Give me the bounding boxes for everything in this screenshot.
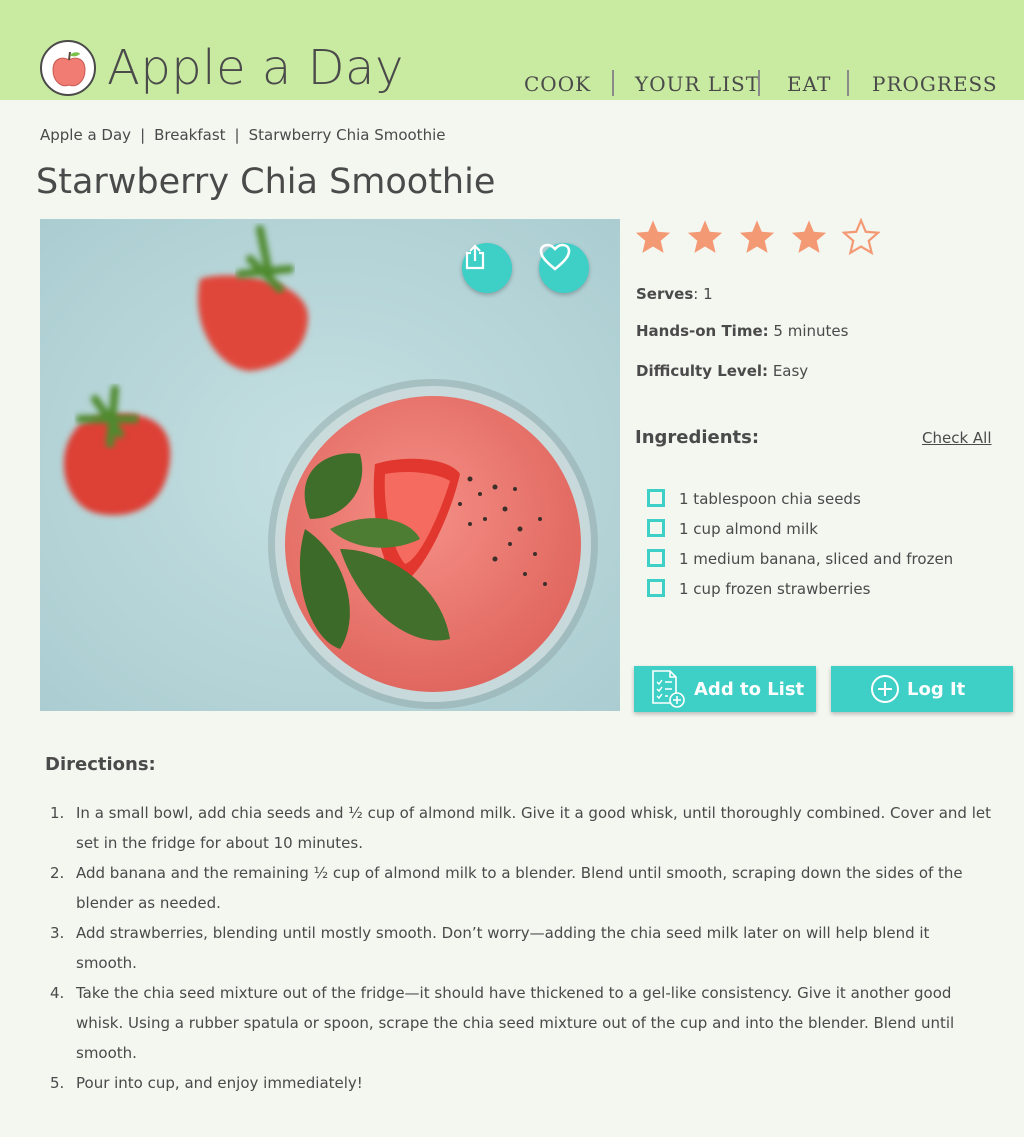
- step-text: Pour into cup, and enjoy immediately!: [76, 1074, 363, 1092]
- nav-your-list[interactable]: YOUR LIST: [635, 72, 760, 96]
- checkbox-icon[interactable]: [647, 579, 665, 597]
- logo[interactable]: [40, 40, 96, 96]
- checkbox-icon[interactable]: [647, 489, 665, 507]
- nav-progress[interactable]: PROGRESS: [872, 72, 998, 96]
- ingredient-item[interactable]: 1 cup frozen strawberries: [647, 574, 953, 604]
- step-text: In a small bowl, add chia seeds and ½ cu…: [76, 804, 991, 852]
- hands-on-label: Hands-on Time:: [636, 322, 769, 340]
- checkbox-icon[interactable]: [647, 549, 665, 567]
- nav-cook[interactable]: COOK: [524, 72, 591, 96]
- serves-label: Serves: [636, 285, 694, 303]
- ingredient-item[interactable]: 1 cup almond milk: [647, 514, 953, 544]
- log-it-label: Log It: [907, 678, 966, 700]
- nav-eat[interactable]: EAT: [787, 72, 831, 96]
- nav-divider: [612, 70, 614, 96]
- ingredients-title: Ingredients:: [635, 427, 760, 448]
- checkbox-icon[interactable]: [647, 519, 665, 537]
- apple-icon: [52, 51, 86, 87]
- ingredient-label: 1 medium banana, sliced and frozen: [679, 550, 954, 568]
- rating-stars[interactable]: [634, 218, 880, 256]
- recipe-image: [40, 219, 620, 711]
- star-outline-icon[interactable]: [842, 218, 880, 256]
- step-text: Take the chia seed mixture out of the fr…: [76, 984, 955, 1062]
- add-to-list-label: Add to List: [694, 678, 805, 700]
- direction-step: 4. Take the chia seed mixture out of the …: [46, 978, 991, 1068]
- step-number: 2.: [50, 864, 65, 882]
- page-title: Starwberry Chia Smoothie: [36, 162, 496, 202]
- difficulty-value: Easy: [772, 362, 809, 380]
- ingredient-item[interactable]: 1 medium banana, sliced and frozen: [647, 544, 953, 574]
- breadcrumb: Apple a Day | Breakfast | Starwberry Chi…: [40, 126, 445, 144]
- nav-divider: [847, 70, 849, 96]
- serves: Serves: 1: [636, 285, 713, 303]
- hands-on-time: Hands-on Time: 5 minutes: [636, 322, 848, 340]
- star-icon[interactable]: [686, 218, 724, 256]
- step-number: 5.: [50, 1074, 65, 1092]
- directions-title: Directions:: [45, 754, 156, 775]
- app-title[interactable]: Apple a Day: [107, 40, 404, 96]
- smoothie-photo: [40, 219, 620, 711]
- plus-circle-icon: [871, 675, 899, 703]
- step-number: 1.: [50, 804, 65, 822]
- directions-list: 1. In a small bowl, add chia seeds and ½ …: [46, 798, 991, 1098]
- breadcrumb-current: Starwberry Chia Smoothie: [248, 126, 446, 144]
- difficulty-label: Difficulty Level:: [636, 362, 769, 380]
- breadcrumb-home[interactable]: Apple a Day: [40, 126, 131, 144]
- direction-step: 1. In a small bowl, add chia seeds and ½ …: [46, 798, 991, 858]
- share-icon: [465, 244, 485, 270]
- ingredients-list: 1 tablespoon chia seeds 1 cup almond mil…: [647, 484, 953, 604]
- ingredient-item[interactable]: 1 tablespoon chia seeds: [647, 484, 953, 514]
- nav-divider: [758, 70, 760, 96]
- breadcrumb-separator: |: [234, 126, 240, 144]
- step-text: Add banana and the remaining ½ cup of al…: [76, 864, 963, 912]
- difficulty: Difficulty Level: Easy: [636, 362, 808, 380]
- breadcrumb-separator: |: [140, 126, 146, 144]
- log-it-button[interactable]: Log It: [831, 666, 1013, 712]
- share-button[interactable]: [462, 243, 512, 293]
- checklist-add-icon: [652, 670, 685, 708]
- step-text: Add strawberries, blending until mostly …: [76, 924, 930, 972]
- direction-step: 2. Add banana and the remaining ½ cup of …: [46, 858, 991, 918]
- app-header: Apple a Day COOK YOUR LIST EAT PROGRESS: [0, 0, 1024, 100]
- step-number: 3.: [50, 924, 65, 942]
- direction-step: 5. Pour into cup, and enjoy immediately!: [46, 1068, 991, 1098]
- step-number: 4.: [50, 984, 65, 1002]
- hands-on-value: 5 minutes: [773, 322, 849, 340]
- favorite-button[interactable]: [539, 243, 589, 293]
- check-all-link[interactable]: Check All: [922, 429, 992, 447]
- star-icon[interactable]: [634, 218, 672, 256]
- heart-icon: [539, 243, 571, 271]
- star-icon[interactable]: [738, 218, 776, 256]
- direction-step: 3. Add strawberries, blending until mostl…: [46, 918, 991, 978]
- ingredient-label: 1 tablespoon chia seeds: [679, 490, 861, 508]
- serves-value: 1: [703, 285, 713, 303]
- star-icon[interactable]: [790, 218, 828, 256]
- add-to-list-button[interactable]: Add to List: [634, 666, 816, 712]
- ingredient-label: 1 cup almond milk: [679, 520, 818, 538]
- ingredient-label: 1 cup frozen strawberries: [679, 580, 871, 598]
- breadcrumb-category[interactable]: Breakfast: [154, 126, 225, 144]
